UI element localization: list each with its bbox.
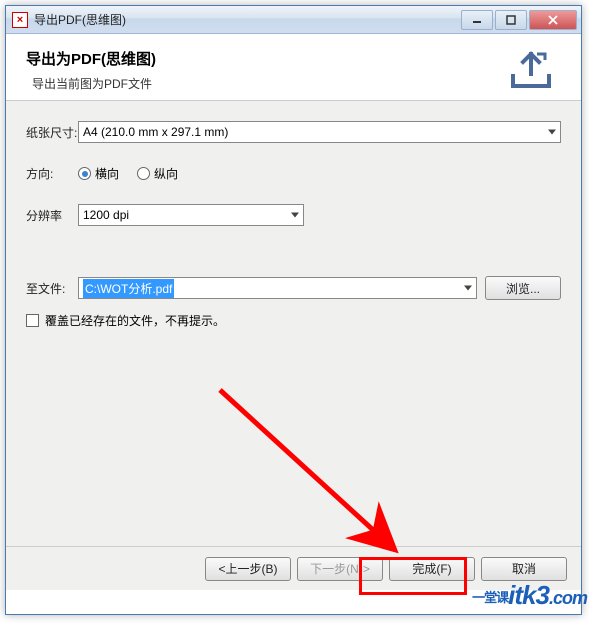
- overwrite-label: 覆盖已经存在的文件，不再提示。: [45, 312, 225, 329]
- next-button: 下一步(N)>: [297, 557, 383, 581]
- orientation-radio-group: 横向 纵向: [78, 165, 178, 182]
- paper-size-row: 纸张尺寸: A4 (210.0 mm x 297.1 mm): [26, 121, 561, 143]
- dpi-row: 分辨率 1200 dpi: [26, 204, 561, 226]
- minimize-icon: [472, 15, 482, 25]
- dpi-label: 分辨率: [26, 207, 78, 224]
- file-label: 至文件:: [26, 280, 78, 297]
- watermark-prefix: 一堂课: [472, 590, 508, 605]
- file-path-value: C:\WOT分析.pdf: [83, 279, 174, 298]
- overwrite-checkbox[interactable]: [26, 314, 39, 327]
- maximize-icon: [506, 15, 516, 25]
- minimize-button[interactable]: [461, 10, 493, 30]
- orientation-label: 方向:: [26, 165, 78, 182]
- titlebar: × 导出PDF(思维图): [6, 6, 581, 34]
- cancel-button[interactable]: 取消: [481, 557, 567, 581]
- watermark-suffix: .com: [549, 588, 587, 608]
- chevron-down-icon: [548, 130, 556, 135]
- dialog-header: 导出为PDF(思维图) 导出当前图为PDF文件: [6, 34, 581, 101]
- dialog-content: 纸张尺寸: A4 (210.0 mm x 297.1 mm) 方向: 横向 纵向…: [6, 101, 581, 546]
- dpi-select[interactable]: 1200 dpi: [78, 204, 304, 226]
- orientation-portrait-label: 纵向: [154, 165, 178, 182]
- browse-button[interactable]: 浏览...: [485, 276, 561, 300]
- orientation-landscape[interactable]: 横向: [78, 165, 119, 182]
- maximize-button[interactable]: [495, 10, 527, 30]
- header-text: 导出为PDF(思维图) 导出当前图为PDF文件: [26, 48, 509, 92]
- file-path-input[interactable]: C:\WOT分析.pdf: [78, 277, 477, 299]
- paper-size-label: 纸张尺寸:: [26, 124, 78, 141]
- window-title: 导出PDF(思维图): [34, 11, 460, 28]
- dpi-value: 1200 dpi: [83, 208, 129, 222]
- orientation-row: 方向: 横向 纵向: [26, 165, 561, 182]
- window-controls: [460, 10, 581, 30]
- watermark-main: itk3: [508, 580, 549, 610]
- close-button[interactable]: [529, 10, 577, 30]
- dialog-window: × 导出PDF(思维图) 导出为PDF(思维图) 导出当前图为PDF文件 纸张: [5, 5, 582, 615]
- overwrite-row[interactable]: 覆盖已经存在的文件，不再提示。: [26, 312, 561, 329]
- chevron-down-icon: [464, 286, 472, 291]
- watermark: 一堂课itk3.com: [472, 580, 587, 611]
- paper-size-select[interactable]: A4 (210.0 mm x 297.1 mm): [78, 121, 561, 143]
- orientation-landscape-label: 横向: [95, 165, 119, 182]
- close-icon: [548, 15, 558, 25]
- page-description: 导出当前图为PDF文件: [32, 75, 509, 92]
- radio-icon: [78, 167, 91, 180]
- paper-size-value: A4 (210.0 mm x 297.1 mm): [83, 125, 228, 139]
- file-row: 至文件: C:\WOT分析.pdf 浏览...: [26, 276, 561, 300]
- orientation-portrait[interactable]: 纵向: [137, 165, 178, 182]
- app-icon: ×: [12, 12, 28, 28]
- finish-button[interactable]: 完成(F): [389, 557, 475, 581]
- chevron-down-icon: [291, 213, 299, 218]
- page-title: 导出为PDF(思维图): [26, 48, 509, 69]
- back-button[interactable]: <上一步(B): [205, 557, 291, 581]
- radio-icon: [137, 167, 150, 180]
- export-icon: [509, 50, 553, 90]
